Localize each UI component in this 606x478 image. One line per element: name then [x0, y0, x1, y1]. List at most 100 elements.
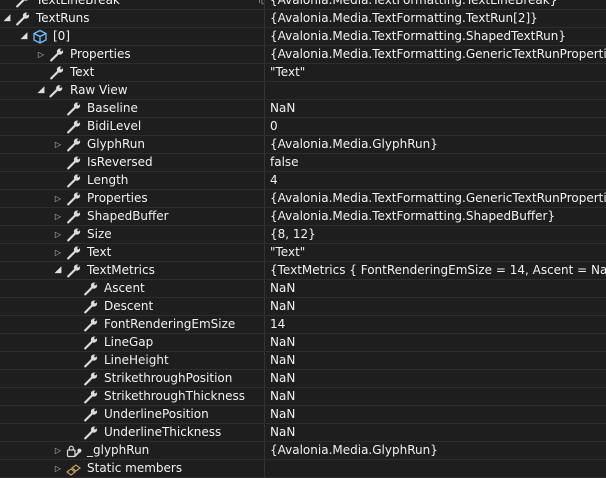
- value-cell[interactable]: {Avalonia.Media.TextFormatting.TextLineB…: [270, 0, 606, 9]
- value-cell[interactable]: 0: [270, 118, 606, 135]
- tree-row-bidilevel[interactable]: BidiLevel 0: [0, 118, 606, 136]
- expander-arrow: [70, 424, 80, 441]
- tree-row-textruns[interactable]: ◢ TextRuns {Avalonia.Media.TextFormattin…: [0, 10, 606, 28]
- name-cell: ▷ ShapedBuffer: [0, 208, 265, 225]
- value-cell[interactable]: {Avalonia.Media.TextFormatting.GenericTe…: [270, 190, 606, 207]
- tree-row-fontrenderingemsize[interactable]: FontRenderingEmSize 14: [0, 316, 606, 334]
- value-cell[interactable]: {Avalonia.Media.GlyphRun}: [270, 136, 606, 153]
- tree-row-text[interactable]: Text "Text": [0, 64, 606, 82]
- property-name: Text: [87, 245, 112, 259]
- property-name: Ascent: [104, 281, 145, 295]
- value-cell[interactable]: NaN: [270, 352, 606, 369]
- property-value: false: [270, 155, 299, 169]
- expander-arrow: [53, 100, 63, 117]
- value-cell[interactable]: 14: [270, 316, 606, 333]
- expand-arrow-collapsed-icon[interactable]: ▷: [53, 190, 63, 207]
- expander-arrow: [70, 334, 80, 351]
- expand-arrow-collapsed-icon[interactable]: ▷: [53, 136, 63, 153]
- value-cell[interactable]: {TextMetrics { FontRenderingEmSize = 14,…: [270, 262, 606, 279]
- value-cell[interactable]: NaN: [270, 406, 606, 423]
- tree-row-raw-view[interactable]: ◢ Raw View: [0, 82, 606, 100]
- tree-row-properties[interactable]: ▷ Properties {Avalonia.Media.TextFormatt…: [0, 46, 606, 64]
- property-value: NaN: [270, 389, 296, 403]
- tree-row-shapedbuffer[interactable]: ▷ ShapedBuffer {Avalonia.Media.TextForma…: [0, 208, 606, 226]
- value-cell[interactable]: {Avalonia.Media.TextFormatting.ShapedTex…: [270, 28, 606, 45]
- value-cell[interactable]: {Avalonia.Media.TextFormatting.ShapedBuf…: [270, 208, 606, 225]
- value-cell[interactable]: {Avalonia.Media.TextFormatting.GenericTe…: [270, 46, 606, 63]
- expander-arrow: [70, 370, 80, 387]
- wrench-icon: [15, 11, 31, 26]
- value-cell[interactable]: [270, 460, 606, 477]
- value-cell[interactable]: NaN: [270, 388, 606, 405]
- property-value: NaN: [270, 353, 296, 367]
- property-value: {Avalonia.Media.GlyphRun}: [270, 137, 438, 151]
- value-cell[interactable]: false: [270, 154, 606, 171]
- name-cell: ▷ Properties: [0, 190, 265, 207]
- tree-row-properties[interactable]: ▷ Properties {Avalonia.Media.TextFormatt…: [0, 190, 606, 208]
- tree-row-size[interactable]: ▷ Size {8, 12}: [0, 226, 606, 244]
- tree-row-0[interactable]: ◢ [0] {Avalonia.Media.TextFormatting.Sha…: [0, 28, 606, 46]
- expand-arrow-expanded-icon[interactable]: ◢: [19, 28, 29, 45]
- value-cell[interactable]: "Text": [270, 64, 606, 81]
- tree-row-text[interactable]: ▷ Text "Text": [0, 244, 606, 262]
- value-cell[interactable]: {Avalonia.Media.TextFormatting.TextRun[2…: [270, 10, 606, 27]
- value-cell[interactable]: {8, 12}: [270, 226, 606, 243]
- name-cell: Ascent: [0, 280, 265, 297]
- value-cell[interactable]: NaN: [270, 100, 606, 117]
- wrench-icon: [66, 263, 82, 278]
- value-cell[interactable]: 4: [270, 172, 606, 189]
- expand-arrow-expanded-icon[interactable]: ◢: [53, 262, 63, 279]
- value-cell[interactable]: NaN: [270, 280, 606, 297]
- expand-arrow-collapsed-icon[interactable]: ▷: [53, 208, 63, 225]
- property-value: NaN: [270, 281, 296, 295]
- pin-icon[interactable]: ⊣□: [252, 0, 264, 9]
- tree-row-underlinethickness[interactable]: UnderlineThickness NaN: [0, 424, 606, 442]
- wrench-icon: [66, 209, 82, 224]
- raw-view-icon: [49, 83, 65, 98]
- property-name: [0]: [53, 29, 70, 43]
- expand-arrow-expanded-icon[interactable]: ◢: [2, 10, 12, 27]
- tree-row-lineheight[interactable]: LineHeight NaN: [0, 352, 606, 370]
- expand-arrow-collapsed-icon[interactable]: ▷: [36, 46, 46, 63]
- value-cell[interactable]: NaN: [270, 298, 606, 315]
- expand-arrow-collapsed-icon[interactable]: ▷: [53, 460, 63, 477]
- tree-row-ascent[interactable]: Ascent NaN: [0, 280, 606, 298]
- name-cell: StrikethroughPosition: [0, 370, 265, 387]
- tree-row-baseline[interactable]: Baseline NaN: [0, 100, 606, 118]
- tree-row-glyphrun[interactable]: ▷ GlyphRun {Avalonia.Media.GlyphRun}: [0, 136, 606, 154]
- value-cell[interactable]: NaN: [270, 334, 606, 351]
- tree-row-glyphrun[interactable]: ▷ _glyphRun {Avalonia.Media.GlyphRun}: [0, 442, 606, 460]
- property-name: Properties: [70, 47, 131, 61]
- expand-arrow-collapsed-icon[interactable]: ▷: [53, 244, 63, 261]
- expand-arrow-collapsed-icon[interactable]: ▷: [53, 442, 63, 459]
- expand-arrow-collapsed-icon[interactable]: ▷: [53, 226, 63, 243]
- value-cell[interactable]: NaN: [270, 424, 606, 441]
- tree-row-static-members[interactable]: ▷ Static members: [0, 460, 606, 478]
- tree-row-underlineposition[interactable]: UnderlinePosition NaN: [0, 406, 606, 424]
- tree-row-strikethroughposition[interactable]: StrikethroughPosition NaN: [0, 370, 606, 388]
- tree-row-textlinebreak[interactable]: TextLineBreak ⊣□ {Avalonia.Media.TextFor…: [0, 0, 606, 10]
- expander-arrow: [70, 280, 80, 297]
- property-value: NaN: [270, 425, 296, 439]
- tree-row-isreversed[interactable]: IsReversed false: [0, 154, 606, 172]
- property-name: TextMetrics: [87, 263, 155, 277]
- property-name: Size: [87, 227, 112, 241]
- tree-row-strikethroughthickness[interactable]: StrikethroughThickness NaN: [0, 388, 606, 406]
- expand-arrow-expanded-icon[interactable]: ◢: [36, 82, 46, 99]
- wrench-icon: [66, 227, 82, 242]
- wrench-icon: [83, 407, 99, 422]
- expander-arrow: [70, 316, 80, 333]
- property-value: {Avalonia.Media.TextFormatting.TextLineB…: [270, 0, 558, 7]
- value-cell[interactable]: [270, 82, 606, 99]
- value-cell[interactable]: "Text": [270, 244, 606, 261]
- name-cell: LineGap: [0, 334, 265, 351]
- tree-row-length[interactable]: Length 4: [0, 172, 606, 190]
- property-name: BidiLevel: [87, 119, 142, 133]
- tree-row-linegap[interactable]: LineGap NaN: [0, 334, 606, 352]
- wrench-icon: [83, 299, 99, 314]
- tree-row-descent[interactable]: Descent NaN: [0, 298, 606, 316]
- tree-row-textmetrics[interactable]: ◢ TextMetrics {TextMetrics { FontRenderi…: [0, 262, 606, 280]
- value-cell[interactable]: {Avalonia.Media.GlyphRun}: [270, 442, 606, 459]
- property-name: ShapedBuffer: [87, 209, 169, 223]
- value-cell[interactable]: NaN: [270, 370, 606, 387]
